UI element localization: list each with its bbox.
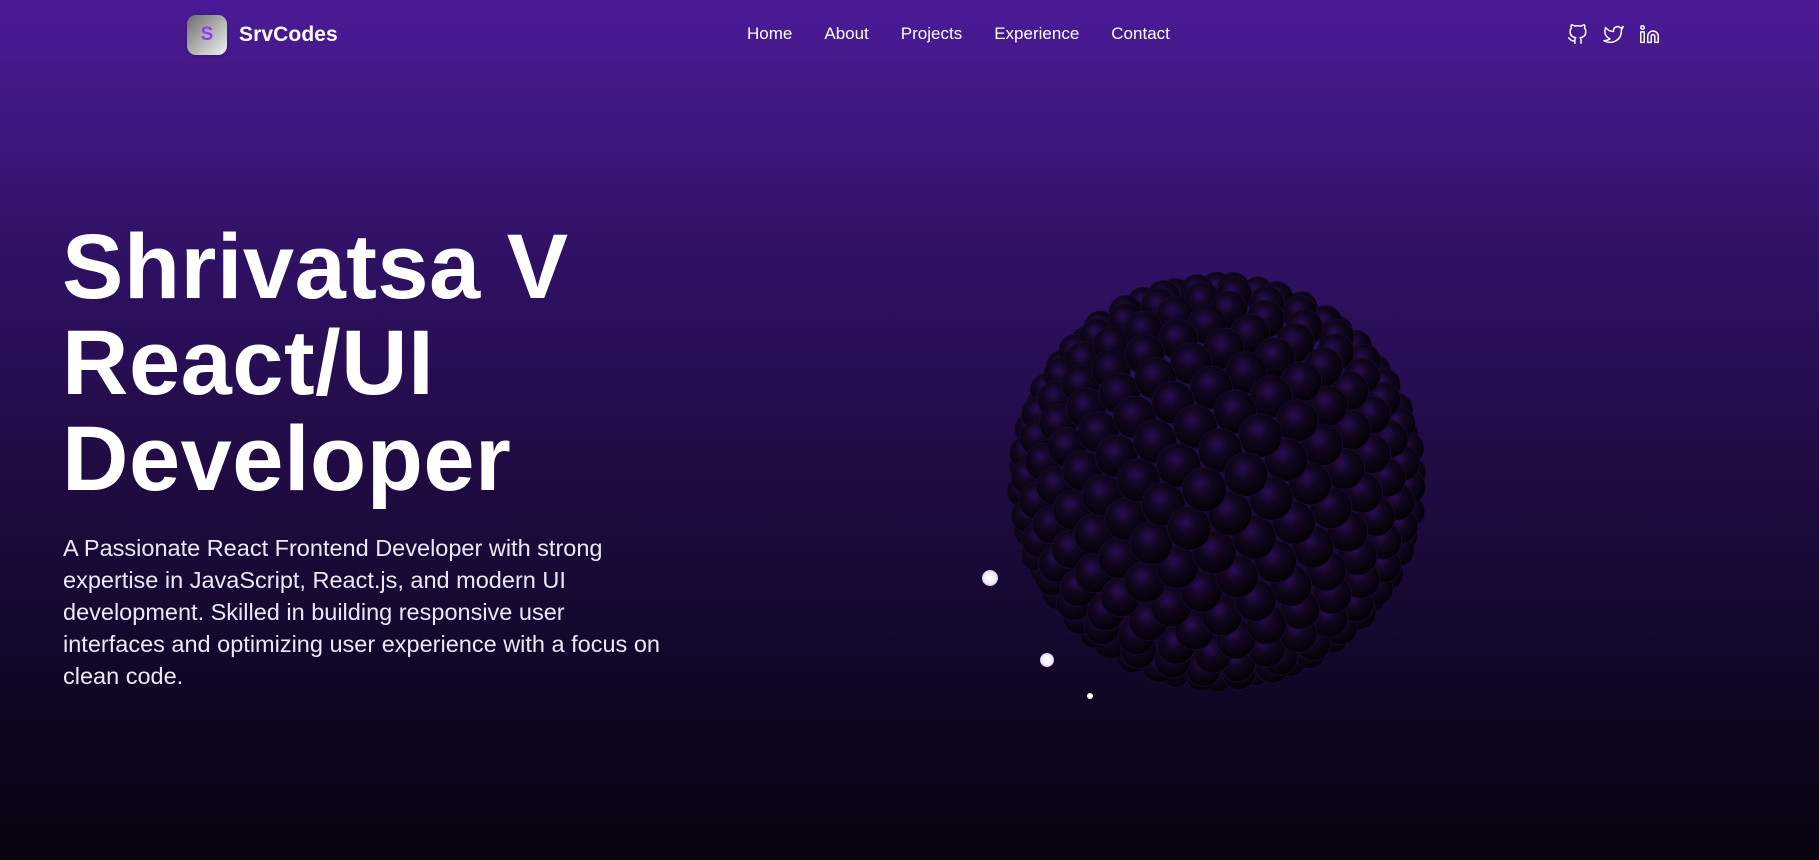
hero-description: A Passionate React Frontend Developer wi… — [63, 535, 660, 689]
nav-links: Home About Projects Experience Contact — [747, 23, 1170, 45]
sphere-ball — [1129, 521, 1173, 565]
ball-sphere-canvas[interactable] — [970, 245, 1440, 715]
white-particle — [1087, 693, 1093, 699]
ball-sphere-graphic — [982, 271, 1427, 699]
social-links — [1566, 22, 1660, 46]
white-particle — [982, 570, 998, 586]
sphere-ball — [1166, 506, 1212, 551]
twitter-icon[interactable] — [1602, 22, 1624, 46]
nav-link-home[interactable]: Home — [747, 23, 792, 45]
hero-title-name: Shrivatsa V — [62, 216, 569, 318]
nav-link-experience[interactable]: Experience — [994, 23, 1079, 45]
white-particle — [1040, 653, 1054, 667]
brand-name: SrvCodes — [239, 23, 338, 46]
sphere-ball — [1223, 452, 1269, 497]
sphere-ball — [1238, 413, 1283, 458]
nav-link-contact[interactable]: Contact — [1111, 23, 1170, 45]
brand-logo-icon: S — [187, 15, 227, 55]
hero-title-role-2: Developer — [62, 408, 512, 510]
top-navbar: S SrvCodes Home About Projects Experienc… — [0, 0, 1819, 70]
brand-home-link[interactable]: S SrvCodes — [187, 15, 338, 55]
nav-link-about[interactable]: About — [824, 23, 868, 45]
hero-title-role-1: React/UI — [62, 312, 435, 414]
nav-link-projects[interactable]: Projects — [901, 23, 962, 45]
hero-title: Shrivatsa V React/UI Developer — [62, 219, 569, 507]
sphere-ball — [1181, 466, 1227, 512]
linkedin-icon[interactable] — [1638, 22, 1660, 46]
github-icon[interactable] — [1566, 22, 1588, 46]
